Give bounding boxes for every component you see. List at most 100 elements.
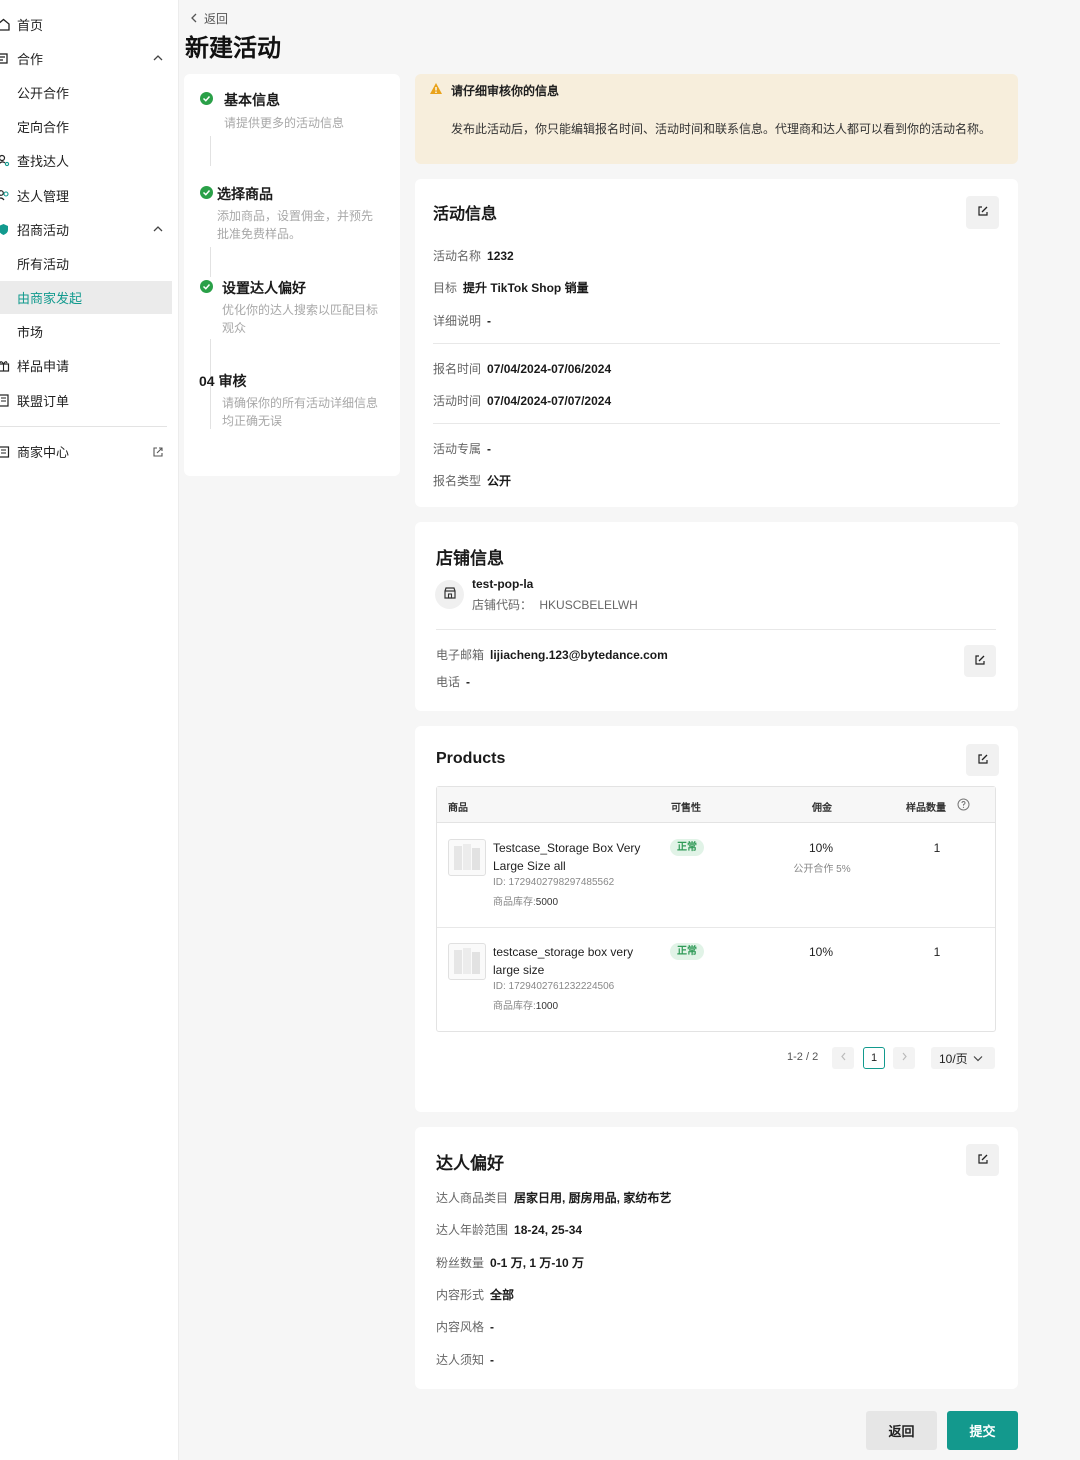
table-header: 商品 可售性 佣金 样品数量 xyxy=(437,787,995,823)
stock-value: 5000 xyxy=(535,897,559,908)
divider xyxy=(436,629,996,630)
external-link-icon xyxy=(152,446,164,461)
edit-icon xyxy=(977,1153,989,1168)
field-email: 电子邮箱 lijiacheng.123@bytedance.com xyxy=(436,646,668,663)
stock-key: 商品库存: xyxy=(493,897,536,908)
store-icon xyxy=(443,586,457,603)
edit-contact-button[interactable] xyxy=(964,645,996,677)
home-icon xyxy=(0,18,10,32)
sidebar-item-market[interactable]: 市场 xyxy=(0,315,172,348)
store-avatar xyxy=(435,580,464,609)
product-id: ID: 1729402798297485562 xyxy=(493,877,615,888)
col-availability: 可售性 xyxy=(671,803,701,814)
field-key: 达人年龄范围 xyxy=(436,1223,509,1237)
commission-value: 10% xyxy=(808,945,834,959)
sidebar-item-label: 首页 xyxy=(17,18,44,33)
field-description: 详细说明 - xyxy=(433,312,491,329)
section-title: Products xyxy=(436,750,506,767)
activity-info-card: 活动信息 活动名称 1232 目标 提升 TikTok Shop 销量 详细说明 - … xyxy=(415,179,1018,507)
shop-code: 店铺代码： HKUSCBELELWH xyxy=(472,596,638,613)
sidebar-item-targeted-collab[interactable]: 定向合作 xyxy=(0,110,172,143)
field-key: 电话 xyxy=(436,675,461,689)
edit-products-button[interactable] xyxy=(966,744,999,776)
sidebar-item-sample-requests[interactable]: 样品申请 xyxy=(0,349,172,382)
products-card: Products 商品 可售性 佣金 样品数量 Testcase_Storage… xyxy=(415,726,1018,1112)
sidebar-item-seller-center[interactable]: 商家中心 xyxy=(0,435,172,468)
commission-sub: 公开合作 5% xyxy=(793,864,851,875)
edit-activity-button[interactable] xyxy=(966,196,999,229)
stock-value: 1000 xyxy=(535,1001,559,1012)
sidebar-item-label: 由商家发起 xyxy=(17,291,83,306)
field-value: 07/04/2024-07/06/2024 xyxy=(487,362,612,376)
shop-code-key: 店铺代码： xyxy=(472,598,533,612)
product-stock: 商品库存:1000 xyxy=(493,997,558,1012)
sidebar-item-campaigns[interactable]: 招商活动 xyxy=(0,213,172,246)
chevron-down-icon xyxy=(973,1051,983,1065)
orders-icon xyxy=(0,394,10,408)
sidebar-item-affiliate-orders[interactable]: 联盟订单 xyxy=(0,384,172,417)
sidebar-item-label: 达人管理 xyxy=(17,189,70,204)
warning-body: 发布此活动后，你只能编辑报名时间、活动时间和联系信息。代理商和达人都可以看到你的… xyxy=(451,122,992,136)
field-registration-type: 报名类型 公开 xyxy=(433,472,511,489)
field-value: 1232 xyxy=(487,249,514,263)
chevron-up-icon xyxy=(152,223,164,238)
prev-page-button[interactable] xyxy=(832,1047,854,1069)
field-key: 目标 xyxy=(433,281,458,295)
table-row[interactable]: testcase_storage box very large size ID:… xyxy=(437,928,995,1032)
step-title: 选择商品 xyxy=(217,186,273,202)
field-creator-notes: 达人须知 - xyxy=(436,1351,494,1368)
check-circle-icon xyxy=(200,186,213,199)
edit-icon xyxy=(977,753,989,768)
field-activity-time: 活动时间 07/04/2024-07/07/2024 xyxy=(433,392,611,409)
field-registration-time: 报名时间 07/04/2024-07/06/2024 xyxy=(433,360,611,377)
help-icon[interactable] xyxy=(957,798,970,814)
field-phone: 电话 - xyxy=(436,673,470,690)
field-key: 内容风格 xyxy=(436,1320,485,1334)
field-key: 达人商品类目 xyxy=(436,1191,509,1205)
sidebar-item-public-collab[interactable]: 公开合作 xyxy=(0,76,172,109)
step-connector xyxy=(210,247,211,277)
sidebar-item-collab[interactable]: 合作 xyxy=(0,42,172,75)
sidebar-item-all-campaigns[interactable]: 所有活动 xyxy=(0,247,172,280)
product-thumbnail xyxy=(448,943,486,980)
col-product: 商品 xyxy=(448,803,468,814)
section-title: 活动信息 xyxy=(433,206,498,223)
store-icon xyxy=(0,445,10,459)
sidebar-item-creator-mgmt[interactable]: 达人管理 xyxy=(0,179,172,212)
page-size-select[interactable]: 10/页 xyxy=(931,1047,995,1069)
sidebar-item-label: 公开合作 xyxy=(17,86,70,101)
sample-qty: 1 xyxy=(933,945,941,959)
field-value: 提升 TikTok Shop 销量 xyxy=(463,281,589,295)
sidebar-item-label: 商家中心 xyxy=(17,445,70,460)
divider xyxy=(433,343,1000,344)
chevron-up-icon xyxy=(152,52,164,67)
field-key: 详细说明 xyxy=(433,314,482,328)
sidebar-item-home[interactable]: 首页 xyxy=(0,8,172,41)
field-content-format: 内容形式 全部 xyxy=(436,1286,514,1303)
table-row[interactable]: Testcase_Storage Box Very Large Size all… xyxy=(437,824,995,928)
page-button-current[interactable]: 1 xyxy=(863,1047,885,1069)
sidebar-divider xyxy=(0,426,167,427)
status-badge: 正常 xyxy=(670,839,704,856)
steps-panel: 基本信息 请提供更多的活动信息 选择商品 添加商品，设置佣金，并预先批准免费样品… xyxy=(184,74,400,476)
sidebar-item-label: 样品申请 xyxy=(17,359,70,374)
field-value: 0-1 万, 1 万-10 万 xyxy=(490,1256,585,1270)
field-value: 全部 xyxy=(490,1288,515,1302)
field-key: 活动时间 xyxy=(433,394,482,408)
field-key: 报名时间 xyxy=(433,362,482,376)
back-link[interactable]: 返回 xyxy=(190,10,228,27)
submit-button[interactable]: 提交 xyxy=(947,1411,1018,1450)
shop-code-value: HKUSCBELELWH xyxy=(539,598,638,612)
next-page-button[interactable] xyxy=(893,1047,915,1069)
back-button[interactable]: 返回 xyxy=(866,1411,937,1450)
field-age-range: 达人年龄范围 18-24, 25-34 xyxy=(436,1221,582,1238)
edit-icon xyxy=(977,205,989,220)
field-value: 18-24, 25-34 xyxy=(514,1223,583,1237)
sidebar-item-label: 所有活动 xyxy=(17,257,70,272)
field-value: 07/04/2024-07/07/2024 xyxy=(487,394,612,408)
edit-prefs-button[interactable] xyxy=(966,1144,999,1176)
sidebar-item-by-seller[interactable]: 由商家发起 xyxy=(0,281,172,314)
pagination: 1-2 / 2 1 10/页 xyxy=(415,1047,1018,1069)
field-exclusive: 活动专属 - xyxy=(433,440,491,457)
sidebar-item-find-creators[interactable]: 查找达人 xyxy=(0,144,172,177)
